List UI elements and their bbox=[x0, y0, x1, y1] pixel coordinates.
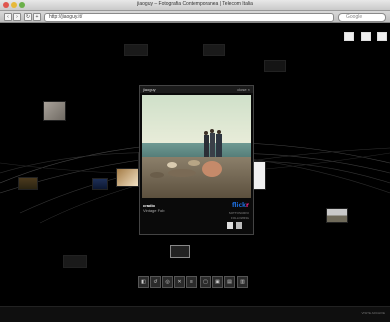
add-bookmark-icon[interactable]: + bbox=[33, 13, 41, 21]
thumbnail[interactable] bbox=[43, 101, 66, 121]
grid-view-icon[interactable] bbox=[344, 32, 355, 41]
dock-button[interactable]: ◧ bbox=[138, 276, 149, 288]
browser-toolbar: ‹ › ↻ + http://jiaoguy.it/ Google bbox=[0, 11, 390, 23]
title-bar: jiaoguy – Fotografia Contemporanea | Tel… bbox=[0, 0, 390, 11]
dock-button[interactable]: ▣ bbox=[212, 276, 223, 288]
thumbnail[interactable] bbox=[170, 245, 190, 258]
thumbnail[interactable] bbox=[116, 168, 139, 187]
status-bar: VISITE ARCHIVE bbox=[0, 306, 390, 322]
photo-popup: jiaoguy close × cradio Vintage Fob flick… bbox=[139, 85, 254, 235]
thumbnail[interactable] bbox=[264, 60, 286, 72]
reload-icon[interactable]: ↻ bbox=[24, 13, 32, 21]
thumbnail[interactable] bbox=[18, 177, 38, 190]
photo-image bbox=[142, 95, 251, 198]
search-placeholder: Google bbox=[346, 14, 363, 20]
view-switcher bbox=[342, 28, 387, 46]
back-icon[interactable]: ‹ bbox=[4, 13, 12, 21]
url-text: http://jiaoguy.it/ bbox=[49, 14, 83, 20]
dock-button[interactable]: ▢ bbox=[200, 276, 211, 288]
search-input[interactable]: Google bbox=[338, 13, 386, 22]
dock-button[interactable]: ◎ bbox=[162, 276, 173, 288]
photo-stage[interactable]: ◧ ↺ ◎ ✕ ≡ ▢ ▣ ▤ ▥ jiaoguy close × cradio… bbox=[0, 23, 390, 306]
close-button[interactable]: close × bbox=[237, 86, 250, 93]
thumbnail[interactable] bbox=[92, 178, 108, 190]
flickr-logo-main: flick bbox=[231, 202, 247, 209]
popup-title: jiaoguy bbox=[143, 87, 156, 92]
dock-button[interactable]: ✕ bbox=[174, 276, 185, 288]
dock-button[interactable]: ≡ bbox=[186, 276, 197, 288]
dock-button[interactable]: ↺ bbox=[150, 276, 161, 288]
status-text: VISITE ARCHIVE bbox=[361, 311, 385, 315]
thumbnail[interactable] bbox=[326, 208, 348, 223]
thumbnail[interactable] bbox=[203, 44, 225, 56]
dock-button[interactable]: ▥ bbox=[237, 276, 248, 288]
dock-button[interactable]: ▤ bbox=[224, 276, 235, 288]
photo-subtitle: Vintage Fob bbox=[143, 208, 165, 213]
thumbnail[interactable] bbox=[63, 255, 87, 268]
browser-window: jiaoguy – Fotografia Contemporanea | Tel… bbox=[0, 0, 390, 322]
forward-icon[interactable]: › bbox=[13, 13, 21, 21]
list-view-icon[interactable] bbox=[360, 32, 371, 41]
fullscreen-icon[interactable] bbox=[377, 32, 387, 41]
address-bar[interactable]: http://jiaoguy.it/ bbox=[44, 13, 334, 22]
meta-subscribe[interactable]: SOTTOSCRIVI bbox=[229, 211, 249, 215]
flickr-logo[interactable]: flickr bbox=[232, 202, 249, 209]
thumbnail[interactable] bbox=[124, 44, 148, 56]
beach-photo[interactable] bbox=[142, 95, 251, 198]
flickr-logo-accent: r bbox=[246, 202, 249, 209]
meta-following[interactable]: FOLLOWING bbox=[231, 216, 249, 220]
popup-action-icon[interactable] bbox=[236, 222, 242, 229]
popup-header: jiaoguy close × bbox=[140, 86, 253, 93]
window-title: jiaoguy – Fotografia Contemporanea | Tel… bbox=[137, 1, 253, 7]
popup-action-icon[interactable] bbox=[227, 222, 233, 229]
